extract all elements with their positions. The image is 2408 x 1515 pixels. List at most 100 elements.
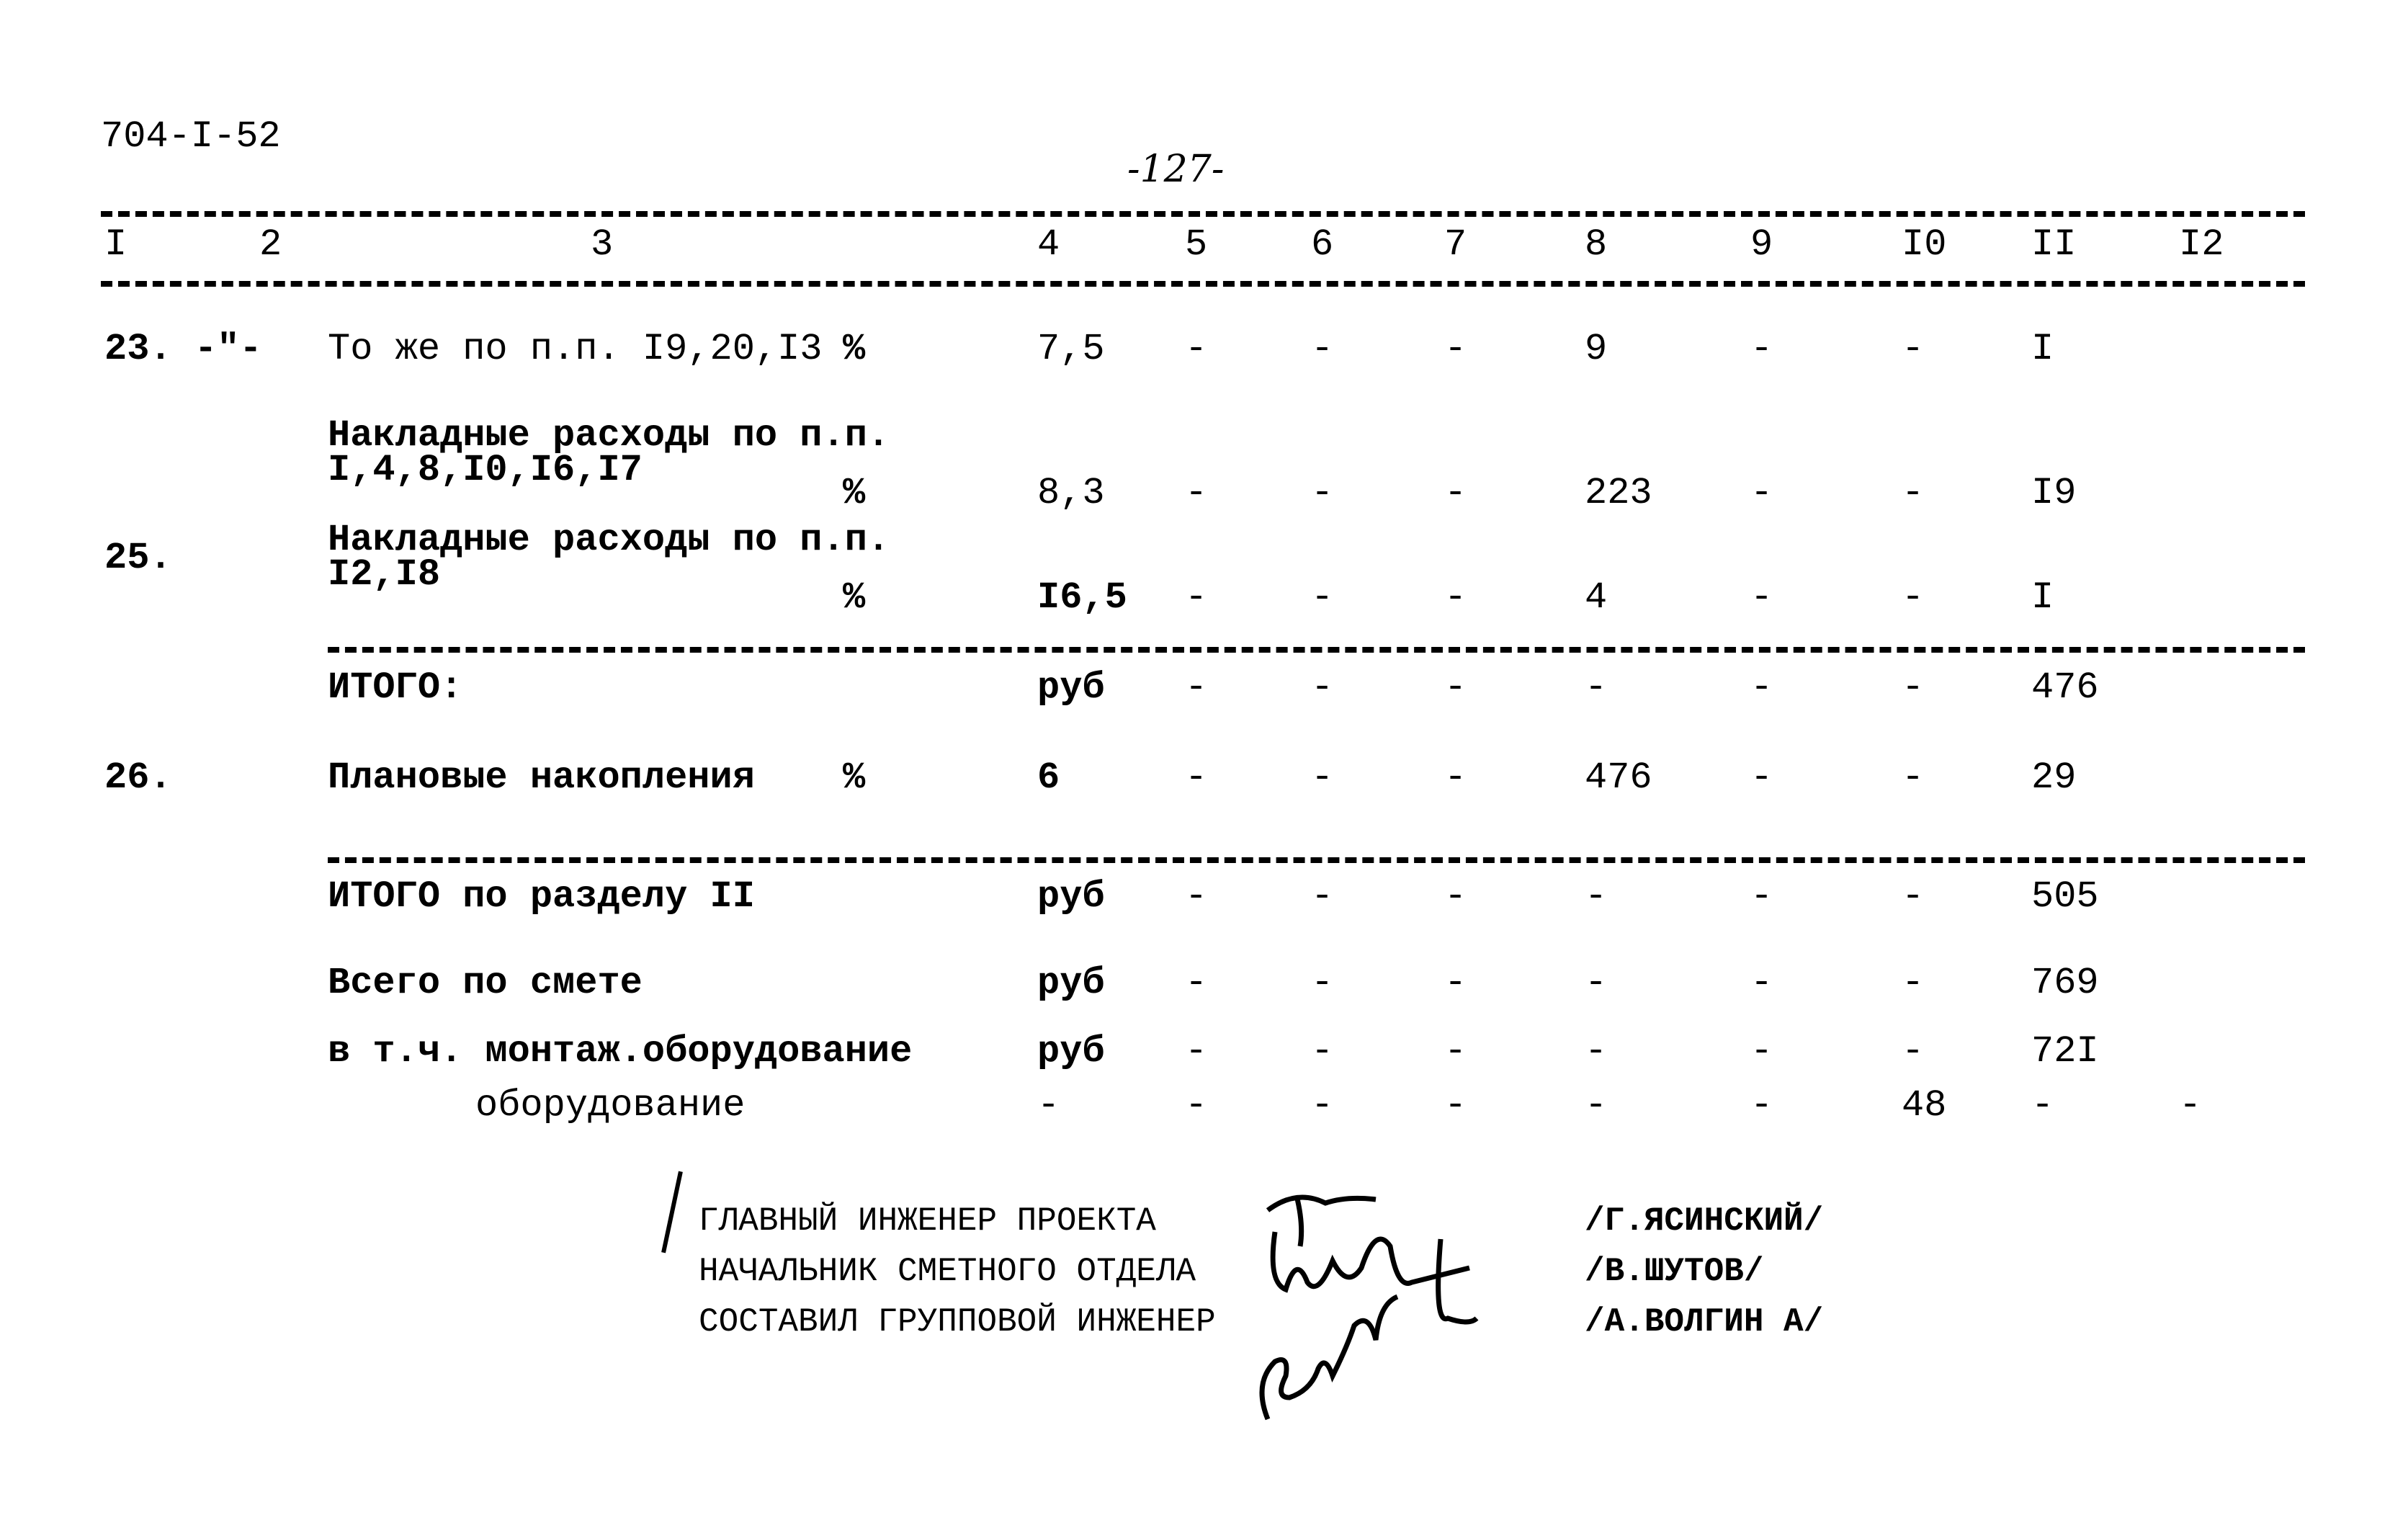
row-cell-c6: - [1311,472,1334,514]
row-cell-c11: - [2031,1084,2054,1127]
signatory-name: /В.ШУТОВ/ [1585,1253,1764,1290]
signature-scribble-1 [1266,1194,1377,1247]
row-description: оборудование [475,1084,746,1127]
row-cell-c10: 48 [1902,1084,1947,1127]
row-description: ИТОГО: [328,666,463,709]
signatory-name: /А.ВОЛГИН А/ [1585,1303,1824,1341]
row-cell-c8: - [1585,962,1608,1004]
row-cell-c5: - [1185,875,1208,918]
row-reference: -"- [194,328,262,370]
row-cell-c8: - [1585,666,1608,709]
row-cell-c9: - [1750,756,1773,799]
row-cell-c6: - [1311,1084,1334,1127]
row-cell-c11: I [2031,328,2054,370]
row-cell-c5: - [1185,328,1208,370]
row-description: Всего по смете [328,962,643,1004]
row-cell-c6: - [1311,962,1334,1004]
row-cell-c11: 769 [2031,962,2099,1004]
row-description: Накладные расходы по п.п. [328,414,890,457]
row-cell-c6: - [1311,875,1334,918]
column-header: 3 [591,223,614,266]
row-cell-c5: - [1185,756,1208,799]
column-header: I0 [1902,223,1947,266]
signature-title: СОСТАВИЛ ГРУППОВОЙ ИНЖЕНЕР [699,1303,1216,1341]
section-total-rule [328,857,2305,863]
row-cell-c7: - [1444,472,1467,514]
row-description: I2,I8 [328,553,441,596]
column-header: 2 [259,223,282,266]
row-cell-c10: - [1902,962,1925,1004]
row-cell-c9: - [1750,472,1773,514]
row-cell-c10: - [1902,1030,1925,1073]
row-cell-c11: 505 [2031,875,2099,918]
row-cell-c10: - [1902,328,1925,370]
row-description: Плановые накопления [328,756,755,799]
row-cell-c5: - [1185,666,1208,709]
row-description: Накладные расходы по п.п. [328,519,890,561]
row-cell-c4: руб [1037,1030,1105,1073]
row-cell-c11: 29 [2031,756,2077,799]
row-cell-c4: руб [1037,962,1105,1004]
signature-title: ГЛАВНЫЙ ИНЖЕНЕР ПРОЕКТА [699,1202,1156,1240]
row-cell-c8: 223 [1585,472,1652,514]
row-cell-c7: - [1444,1030,1467,1073]
row-cell-c8: 4 [1585,576,1608,619]
row-cell-c5: - [1185,1030,1208,1073]
row-cell-c10: - [1902,875,1925,918]
row-cell-c7: - [1444,875,1467,918]
column-header: 8 [1585,223,1608,266]
row-cell-c7: - [1444,756,1467,799]
header-top-rule [101,211,2305,217]
row-cell-c12: - [2179,1084,2202,1127]
row-cell-c10: - [1902,576,1925,619]
row-cell-c5: - [1185,1084,1208,1127]
page-number: -127- [1127,148,1225,191]
row-cell-c4: 6 [1037,756,1060,799]
row-cell-c6: - [1311,1030,1334,1073]
row-cell-c7: - [1444,962,1467,1004]
column-header: I [104,223,127,266]
row-cell-c8: 476 [1585,756,1652,799]
row-cell-c7: - [1444,666,1467,709]
row-number: 25. [104,537,172,579]
row-cell-c4: I6,5 [1037,576,1127,619]
row-description: ИТОГО по разделу II [328,875,755,918]
row-cell-c7: - [1444,328,1467,370]
margin-slash-mark [661,1171,683,1253]
row-cell-c4: руб [1037,875,1105,918]
row-cell-c6: - [1311,328,1334,370]
row-cell-c11: I [2031,576,2054,619]
row-cell-c9: - [1750,962,1773,1004]
signature-titles: ГЛАВНЫЙ ИНЖЕНЕР ПРОЕКТА НАЧАЛЬНИК СМЕТНО… [699,1196,1216,1347]
row-cell-c9: - [1750,328,1773,370]
row-description: То же по п.п. I9,20,I3 [328,328,823,370]
row-description: I,4,8,I0,I6,I7 [328,449,643,491]
signatory-name: /Г.ЯСИНСКИЙ/ [1585,1202,1824,1240]
row-cell-c5: - [1185,576,1208,619]
column-header: II [2031,223,2077,266]
row-cell-c7: - [1444,1084,1467,1127]
row-cell-c4: - [1037,1084,1060,1127]
row-cell-c7: - [1444,576,1467,619]
handwritten-signatures [1259,1194,1479,1421]
row-cell-c9: - [1750,1030,1773,1073]
signature-names: /Г.ЯСИНСКИЙ/ /В.ШУТОВ/ /А.ВОЛГИН А/ [1585,1196,1823,1347]
row-cell-c8: - [1585,875,1608,918]
row-cell-c4: 8,3 [1037,472,1105,514]
row-cell-c11: 72I [2031,1030,2099,1073]
subtotal-rule [328,647,2305,653]
row-cell-c5: - [1185,962,1208,1004]
row-description: в т.ч. монтаж.оборудование [328,1030,913,1073]
row-cell-c6: - [1311,666,1334,709]
row-cell-c9: - [1750,875,1773,918]
row-cell-c4: руб [1037,666,1105,709]
signature-scribble-4 [1259,1294,1399,1421]
column-header: 6 [1311,223,1334,266]
document-code: 704-I-52 [101,115,281,158]
row-unit: % [843,328,866,370]
row-cell-c9: - [1750,1084,1773,1127]
signature-scribble-3 [1436,1238,1479,1325]
column-header: 4 [1037,223,1060,266]
row-cell-c8: - [1585,1030,1608,1073]
row-cell-c11: 476 [2031,666,2099,709]
